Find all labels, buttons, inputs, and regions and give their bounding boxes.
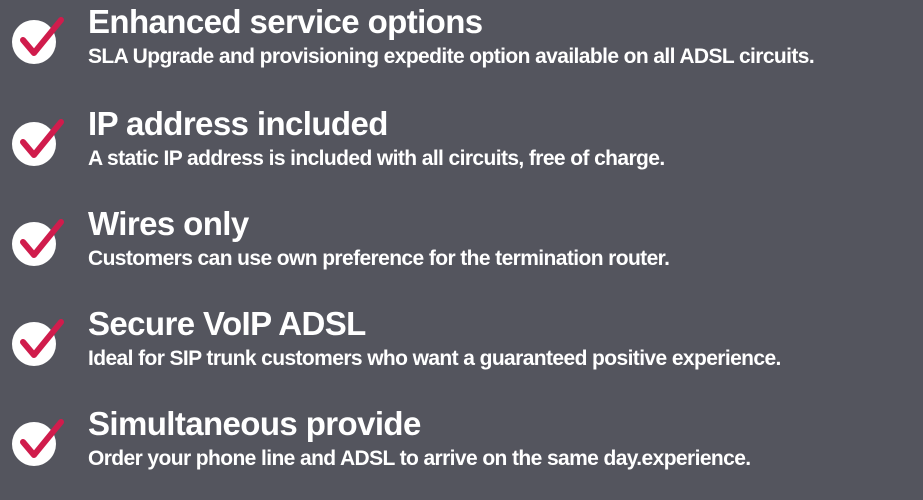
feature-description: A static IP address is included with all… (88, 147, 665, 170)
feature-item-enhanced-service: Enhanced service options SLA Upgrade and… (0, 2, 923, 98)
feature-text: Wires only Customers can use own prefere… (88, 204, 670, 272)
check-circle-icon (8, 414, 68, 470)
feature-title: IP address included (88, 105, 388, 142)
feature-title: Enhanced service options (88, 3, 483, 40)
feature-description: Customers can use own preference for the… (88, 247, 670, 270)
feature-text: Enhanced service options SLA Upgrade and… (88, 2, 815, 70)
check-circle-icon (8, 214, 68, 270)
check-circle-icon (8, 114, 68, 170)
feature-title: Simultaneous provide (88, 405, 421, 442)
feature-list: Enhanced service options SLA Upgrade and… (0, 0, 923, 482)
feature-text: IP address included A static IP address … (88, 104, 665, 172)
feature-item-simultaneous-provide: Simultaneous provide Order your phone li… (0, 404, 923, 500)
check-circle-icon (8, 12, 68, 68)
feature-text: Secure VoIP ADSL Ideal for SIP trunk cus… (88, 304, 781, 372)
feature-item-ip-address: IP address included A static IP address … (0, 104, 923, 200)
feature-description: SLA Upgrade and provisioning expedite op… (88, 45, 815, 68)
feature-description: Ideal for SIP trunk customers who want a… (88, 347, 781, 370)
feature-title: Wires only (88, 205, 249, 242)
feature-description: Order your phone line and ADSL to arrive… (88, 447, 751, 470)
feature-text: Simultaneous provide Order your phone li… (88, 404, 751, 472)
check-circle-icon (8, 314, 68, 370)
feature-item-secure-voip: Secure VoIP ADSL Ideal for SIP trunk cus… (0, 304, 923, 400)
feature-item-wires-only: Wires only Customers can use own prefere… (0, 204, 923, 300)
feature-title: Secure VoIP ADSL (88, 305, 366, 342)
